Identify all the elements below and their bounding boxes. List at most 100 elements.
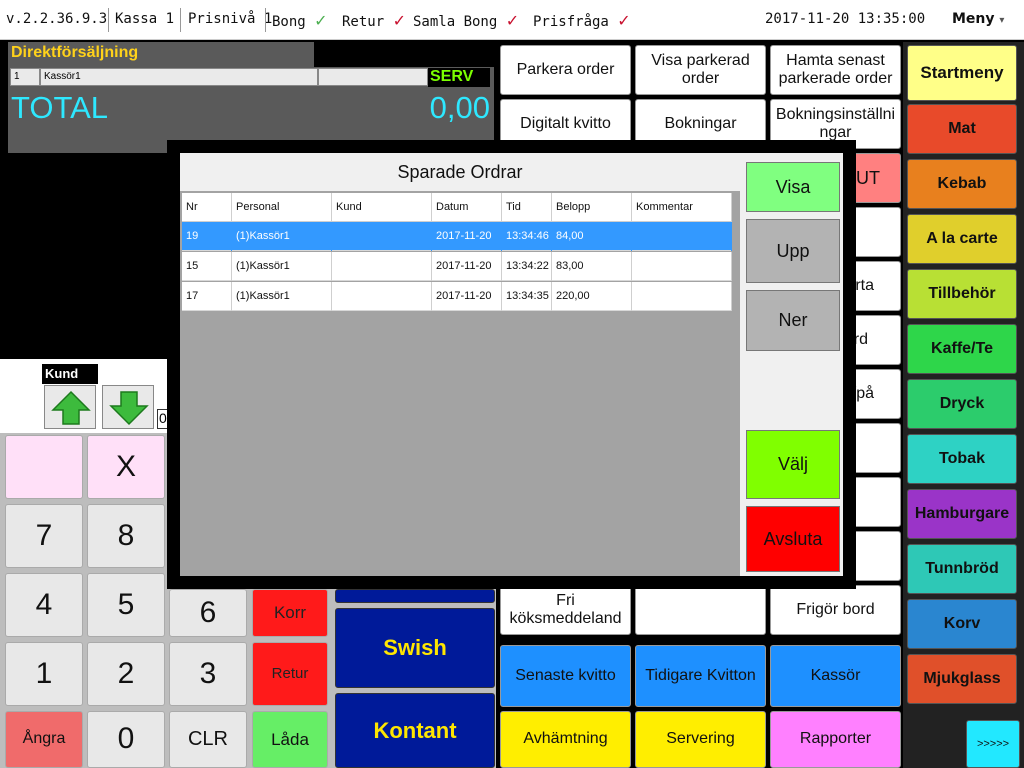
table-row[interactable]: 19 (1)Kassör1 2017-11-20 13:34:46 84,00 bbox=[182, 222, 732, 251]
column-header[interactable]: Kommentar bbox=[632, 193, 732, 222]
retur-toggle[interactable]: Retur ✓ bbox=[342, 11, 406, 30]
category-button[interactable]: Kaffe/Te bbox=[907, 324, 1017, 374]
clear-button[interactable]: CLR bbox=[169, 711, 247, 768]
bong-toggle[interactable]: Bong ✓ bbox=[272, 11, 328, 30]
scroll-down-button[interactable] bbox=[102, 385, 154, 429]
key-5[interactable]: 5 bbox=[87, 573, 165, 637]
category-button[interactable]: Dryck bbox=[907, 379, 1017, 429]
kitchen-message-button[interactable]: Fri köksmeddeland bbox=[500, 585, 631, 635]
return-button[interactable]: Retur bbox=[252, 642, 328, 706]
key-3[interactable]: 3 bbox=[169, 642, 247, 706]
check-icon: ✓ bbox=[617, 11, 631, 30]
blank-key[interactable] bbox=[5, 435, 83, 499]
key-2[interactable]: 2 bbox=[87, 642, 165, 706]
total-value: 0,00 bbox=[429, 90, 490, 125]
fetch-last-parked-button[interactable]: Hamta senast parkerade order bbox=[770, 45, 901, 95]
table-cell: (1)Kassör1 bbox=[232, 252, 332, 281]
table-row[interactable]: 15 (1)Kassör1 2017-11-20 13:34:22 83,00 bbox=[182, 252, 732, 281]
key-7[interactable]: 7 bbox=[5, 504, 83, 568]
column-header[interactable]: Tid bbox=[502, 193, 552, 222]
table-cell: 15 bbox=[182, 252, 232, 281]
meny-dropdown[interactable]: Meny ▾ bbox=[952, 11, 1004, 27]
payment-button-partial[interactable] bbox=[335, 589, 495, 603]
multiply-key[interactable]: X bbox=[87, 435, 165, 499]
table-cell bbox=[332, 222, 432, 251]
top-status-bar: v.2.2.36.9.3 Kassa 1 Prisnivå 1 Bong ✓ R… bbox=[0, 0, 1024, 40]
column-header[interactable]: Nr bbox=[182, 193, 232, 222]
cashier-cell: Kassör1 bbox=[40, 68, 318, 86]
table-cell: 13:34:22 bbox=[502, 252, 552, 281]
table-cell: 13:34:35 bbox=[502, 282, 552, 311]
category-button[interactable]: Tunnbröd bbox=[907, 544, 1017, 594]
more-categories-button[interactable]: >>>>> bbox=[966, 720, 1020, 768]
arrow-down-icon bbox=[109, 391, 149, 426]
move-up-button[interactable]: Upp bbox=[746, 219, 840, 283]
table-cell bbox=[632, 282, 732, 311]
reports-button[interactable]: Rapporter bbox=[770, 711, 901, 768]
category-button[interactable]: Tillbehör bbox=[907, 269, 1017, 319]
category-button[interactable]: A la carte bbox=[907, 214, 1017, 264]
park-order-button[interactable]: Parkera order bbox=[500, 45, 631, 95]
key-1[interactable]: 1 bbox=[5, 642, 83, 706]
table-cell bbox=[332, 282, 432, 311]
move-down-button[interactable]: Ner bbox=[746, 290, 840, 351]
korr-button[interactable]: Korr bbox=[252, 589, 328, 637]
column-header[interactable]: Belopp bbox=[552, 193, 632, 222]
drawer-button[interactable]: Låda bbox=[252, 711, 328, 768]
arrow-up-icon bbox=[51, 390, 91, 425]
table-cell: (1)Kassör1 bbox=[232, 282, 332, 311]
datetime-label: 2017-11-20 13:35:00 bbox=[765, 11, 926, 27]
column-header[interactable]: Personal bbox=[232, 193, 332, 222]
undo-button[interactable]: Ångra bbox=[5, 711, 83, 768]
check-icon: ✓ bbox=[314, 11, 328, 30]
previous-receipts-button[interactable]: Tidigare Kvitton bbox=[635, 645, 766, 707]
show-parked-order-button[interactable]: Visa parkerad order bbox=[635, 45, 766, 95]
category-button[interactable]: Hamburgare bbox=[907, 489, 1017, 539]
chevron-down-icon: ▾ bbox=[999, 15, 1005, 26]
key-4[interactable]: 4 bbox=[5, 573, 83, 637]
retur-label: Retur bbox=[342, 14, 385, 30]
table-cell bbox=[632, 222, 732, 251]
kassa-label: Kassa 1 bbox=[115, 11, 175, 27]
divider bbox=[265, 8, 266, 32]
key-0[interactable]: 0 bbox=[87, 711, 165, 768]
samla-bong-toggle[interactable]: Samla Bong ✓ bbox=[413, 11, 519, 30]
header-filler bbox=[314, 42, 494, 67]
category-button[interactable]: Korv bbox=[907, 599, 1017, 649]
bong-label: Bong bbox=[272, 14, 306, 30]
table-cell: 17 bbox=[182, 282, 232, 311]
order-info-row: 1 Kassör1 bbox=[8, 67, 494, 87]
takeaway-button[interactable]: Avhämtning bbox=[500, 711, 631, 768]
show-button[interactable]: Visa bbox=[746, 162, 840, 212]
swish-button[interactable]: Swish bbox=[335, 608, 495, 688]
key-6[interactable]: 6 bbox=[169, 589, 247, 637]
dine-in-button[interactable]: Servering bbox=[635, 711, 766, 768]
close-dialog-button[interactable]: Avsluta bbox=[746, 506, 840, 572]
prisfraga-toggle[interactable]: Prisfråga ✓ bbox=[533, 11, 631, 30]
column-header[interactable]: Kund bbox=[332, 193, 432, 222]
scroll-up-button[interactable] bbox=[44, 385, 96, 429]
check-icon: ✓ bbox=[505, 11, 520, 30]
free-table-button[interactable]: Frigör bord bbox=[770, 585, 901, 635]
table-cell: 19 bbox=[182, 222, 232, 251]
version-label: v.2.2.36.9.3 bbox=[6, 11, 108, 27]
category-button[interactable]: Kebab bbox=[907, 159, 1017, 209]
cashier-button[interactable]: Kassör bbox=[770, 645, 901, 707]
order-title: Direktförsäljning bbox=[8, 42, 314, 67]
samla-bong-label: Samla Bong bbox=[413, 14, 498, 30]
category-button[interactable]: Mat bbox=[907, 104, 1017, 154]
cash-button[interactable]: Kontant bbox=[335, 693, 495, 768]
column-header[interactable]: Datum bbox=[432, 193, 502, 222]
start-menu-button[interactable]: Startmeny bbox=[907, 45, 1017, 101]
latest-receipt-button[interactable]: Senaste kvitto bbox=[500, 645, 631, 707]
function-button-blank[interactable] bbox=[635, 585, 766, 635]
category-button[interactable]: Tobak bbox=[907, 434, 1017, 484]
select-button[interactable]: Välj bbox=[746, 430, 840, 499]
table-row[interactable]: 17 (1)Kassör1 2017-11-20 13:34:35 220,00 bbox=[182, 282, 732, 311]
table-cell: (1)Kassör1 bbox=[232, 222, 332, 251]
table-header: Nr Personal Kund Datum Tid Belopp Kommentar bbox=[182, 193, 732, 222]
table-cell bbox=[632, 252, 732, 281]
category-button[interactable]: Mjukglass bbox=[907, 654, 1017, 704]
key-8[interactable]: 8 bbox=[87, 504, 165, 568]
table-cell bbox=[332, 252, 432, 281]
